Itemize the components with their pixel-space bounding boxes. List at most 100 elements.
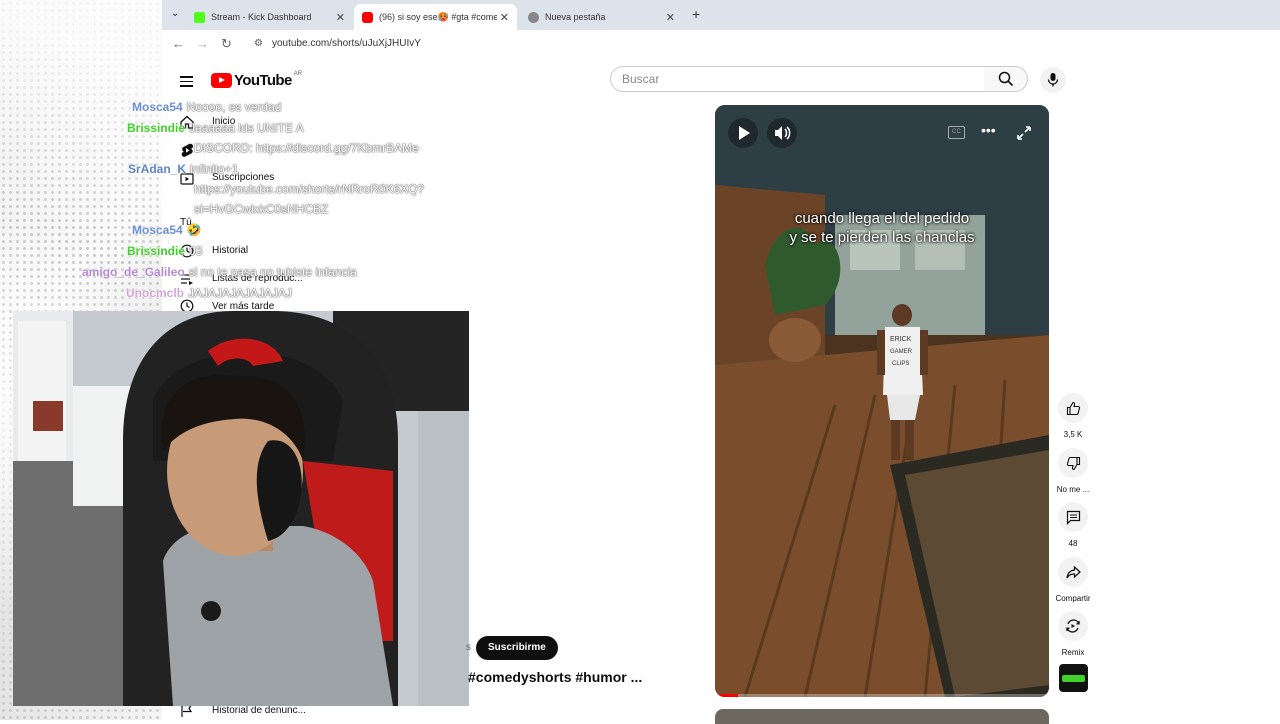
back-arrow-icon[interactable]: ← <box>172 36 185 51</box>
chat-message: amigo_de_Galileo si no te pasa no tubiste… <box>82 265 357 279</box>
more-dots-icon: ••• <box>981 122 996 138</box>
search-icon <box>998 71 1014 87</box>
tab-new-tab[interactable]: Nueva pestaña ✕ <box>520 4 683 30</box>
chat-text: Noooo, es verdad <box>186 100 282 114</box>
chat-username: Mosca54 <box>132 223 183 237</box>
youtube-wordmark: YouTube <box>234 72 292 89</box>
comment-icon <box>1066 510 1080 525</box>
new-tab-plus-icon[interactable]: + <box>692 6 700 22</box>
tab-kick-dashboard[interactable]: Stream - Kick Dashboard ✕ <box>186 4 353 30</box>
chat-username: Mosca54 <box>132 100 183 114</box>
like-button[interactable] <box>1058 393 1088 423</box>
shorts-video-player[interactable]: ERICK GAMER CLIPS CC ••• cuando llega el… <box>715 105 1049 697</box>
search-button[interactable] <box>984 66 1028 92</box>
dislike-button[interactable] <box>1058 448 1088 478</box>
shirt-print: ERICK <box>890 336 912 343</box>
chat-text: JAJAJAJAJAJAJAJ <box>188 286 293 300</box>
thumbs-up-icon <box>1066 401 1080 415</box>
chat-username: Brissindie <box>127 244 186 258</box>
remix-button[interactable] <box>1058 611 1088 641</box>
youtube-play-logo-icon <box>211 73 232 88</box>
forward-arrow-icon[interactable]: → <box>196 36 209 51</box>
reload-icon[interactable]: ↻ <box>221 36 232 52</box>
subscribe-button[interactable]: Suscribirme <box>476 636 558 660</box>
chat-emote: 🤣 <box>186 223 202 237</box>
shirt-print: GAMER <box>890 349 913 355</box>
chat-text: infinito+1 <box>190 162 239 176</box>
short-title[interactable]: #comedyshorts #humor ... <box>468 669 642 685</box>
youtube-logo[interactable]: YouTube AR <box>211 70 303 89</box>
like-action[interactable]: 3,5 K <box>1058 393 1088 439</box>
audio-thumb-image <box>1062 675 1085 682</box>
chat-message: Brissindie Jaaaaaa lds UNITE A <box>127 121 304 135</box>
play-icon <box>739 126 750 140</box>
video-progress-fill <box>715 694 739 697</box>
dislike-action[interactable]: No me ... <box>1057 448 1089 494</box>
comments-action[interactable]: 48 <box>1058 502 1088 548</box>
webcam-overlay <box>13 311 469 706</box>
next-short-preview[interactable] <box>715 709 1049 724</box>
search-input[interactable]: Buscar <box>610 66 985 92</box>
webcam-feed-image <box>13 311 469 706</box>
tab-search-chevron-icon[interactable]: ⌄ <box>171 8 179 19</box>
close-tab-icon[interactable]: ✕ <box>500 11 509 24</box>
close-tab-icon[interactable]: ✕ <box>666 11 675 24</box>
chat-username: Brissindie <box>127 121 186 135</box>
chat-message: https://youtube.com/shorts/rNRroR0K6XQ? <box>190 182 424 196</box>
chat-username: Unocmclb <box>126 286 185 300</box>
tab-title: Stream - Kick Dashboard <box>211 12 312 22</box>
remix-icon <box>1066 619 1080 633</box>
chat-text: si=HvGCwixkC0sNHCBZ <box>194 202 329 216</box>
audio-source-thumbnail[interactable] <box>1059 664 1088 692</box>
site-info-icon[interactable]: ⚙ <box>254 38 263 49</box>
share-button[interactable] <box>1058 557 1088 587</box>
sidebar-item-historial[interactable]: Historial <box>212 245 248 256</box>
chat-text: DISCORD: https://discord.gg/7KbmrBAMe <box>194 141 419 155</box>
chat-message: SrAdan_K infinito+1 <box>128 162 238 176</box>
share-arrow-icon <box>1065 565 1081 578</box>
menu-hamburger-icon[interactable] <box>180 73 193 90</box>
tab-youtube-short[interactable]: (96) si soy ese🥵 #gta #comed ✕ <box>354 4 517 30</box>
chat-message: Mosca54 Noooo, es verdad <box>132 100 281 114</box>
voice-search-button[interactable] <box>1040 67 1066 93</box>
share-action[interactable]: Compartir <box>1055 557 1091 603</box>
chat-message: Mosca54 🤣 <box>132 223 202 237</box>
chat-text: Jaaaaaa lds UNITE A <box>189 121 304 135</box>
share-label: Compartir <box>1055 594 1091 603</box>
kick-favicon-icon <box>194 11 205 23</box>
closed-captions-button[interactable]: CC <box>948 126 965 139</box>
cc-icon: CC <box>952 129 961 135</box>
address-bar[interactable]: youtube.com/shorts/uJuXjJHUIvY <box>272 38 421 49</box>
thumbs-down-icon <box>1066 456 1080 470</box>
sidebar-item-historial-denuncias[interactable]: Historial de denunc... <box>212 705 306 716</box>
comment-count: 48 <box>1068 539 1078 548</box>
video-progress-bar[interactable] <box>715 694 1049 697</box>
video-caption: cuando llega el del pedido y se te pierd… <box>715 209 1049 247</box>
like-count: 3,5 K <box>1063 430 1083 439</box>
tab-title: (96) si soy ese🥵 #gta #comed <box>379 11 497 22</box>
youtube-favicon-icon <box>362 11 373 23</box>
more-options-button[interactable]: ••• <box>981 122 996 138</box>
chat-text: 03 <box>189 244 203 258</box>
chat-text: si no te pasa no tubiste infancia <box>188 265 357 279</box>
tab-title: Nueva pestaña <box>545 12 606 22</box>
play-button[interactable] <box>728 118 758 148</box>
volume-button[interactable] <box>767 118 797 148</box>
browser-tab-bar: ⌄ Stream - Kick Dashboard ✕ (96) si soy … <box>162 0 1280 30</box>
caption-line: cuando llega el del pedido <box>794 210 970 227</box>
remix-label: Remix <box>1061 648 1085 657</box>
chat-username: amigo_de_Galileo <box>82 265 185 279</box>
video-frame-image: ERICK GAMER CLIPS <box>715 105 1049 697</box>
comments-button[interactable] <box>1058 502 1088 532</box>
channel-name-fragment: s <box>466 642 471 653</box>
browser-toolbar: ← → ↻ ⚙ youtube.com/shorts/uJuXjJHUIvY <box>162 30 1280 58</box>
chat-text: https://youtube.com/shorts/rNRroR0K6XQ? <box>194 182 425 196</box>
fullscreen-icon[interactable] <box>1017 126 1031 140</box>
close-tab-icon[interactable]: ✕ <box>336 11 345 24</box>
country-code: AR <box>293 70 303 77</box>
chat-message: Brissindie 03 <box>127 244 202 258</box>
remix-action[interactable]: Remix <box>1058 611 1088 657</box>
microphone-icon <box>1047 73 1059 87</box>
chrome-favicon-icon <box>528 11 539 23</box>
flag-icon[interactable] <box>180 704 194 718</box>
